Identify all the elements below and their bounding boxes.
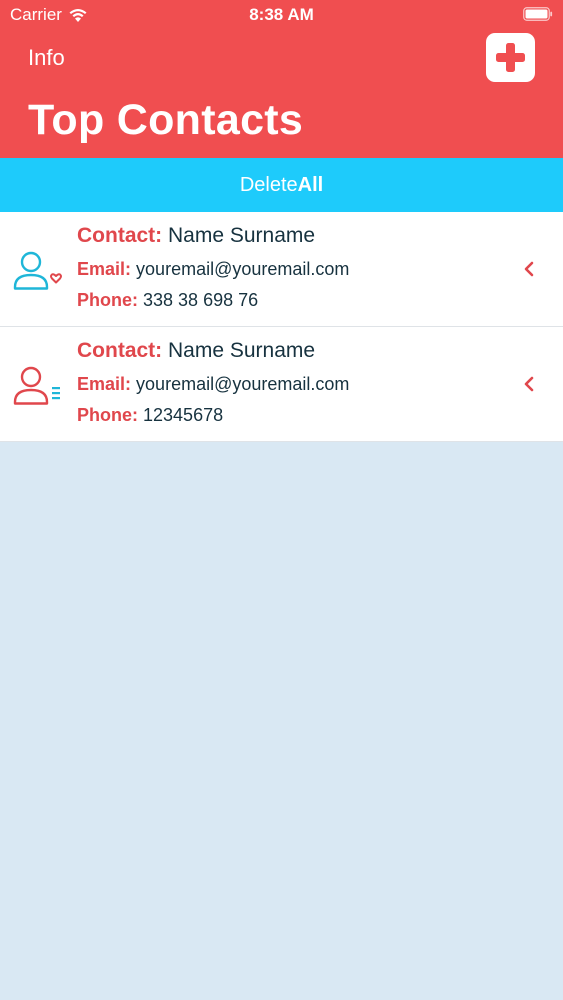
contact-phone-line: Phone: 338 38 698 76 bbox=[77, 285, 349, 316]
plus-icon bbox=[496, 43, 525, 72]
contact-name: Name Surname bbox=[168, 224, 316, 247]
info-link[interactable]: Info bbox=[28, 45, 65, 71]
contact-label: Contact: bbox=[77, 224, 163, 247]
chevron-left-icon[interactable] bbox=[522, 260, 536, 278]
delete-all-button[interactable]: Delete All bbox=[0, 158, 563, 212]
user-heart-icon bbox=[13, 251, 62, 290]
contact-details: Contact: Name Surname Email: youremail@y… bbox=[77, 339, 349, 431]
contact-phone: 12345678 bbox=[143, 405, 224, 425]
contact-name: Name Surname bbox=[168, 339, 316, 362]
contact-label: Contact: bbox=[77, 339, 163, 362]
chevron-left-icon[interactable] bbox=[522, 375, 536, 393]
delete-all-suffix: All bbox=[297, 173, 324, 196]
contact-email: youremail@youremail.com bbox=[136, 374, 350, 394]
delete-all-prefix: Delete bbox=[239, 173, 298, 196]
email-label: Email: bbox=[77, 259, 132, 279]
contact-name-line: Contact: Name Surname bbox=[77, 339, 349, 369]
page-title: Top Contacts bbox=[28, 96, 304, 144]
status-bar: Carrier 8:38 AM bbox=[0, 0, 563, 30]
contact-row[interactable]: Contact: Name Surname Email: youremail@y… bbox=[0, 212, 563, 327]
header: Carrier 8:38 AM Info Top Contacts bbox=[0, 0, 563, 158]
contact-phone-line: Phone: 12345678 bbox=[77, 400, 349, 431]
contact-name-line: Contact: Name Surname bbox=[77, 224, 349, 254]
status-time: 8:38 AM bbox=[249, 5, 314, 24]
contact-details: Contact: Name Surname Email: youremail@y… bbox=[77, 224, 349, 316]
phone-label: Phone: bbox=[77, 405, 138, 425]
email-label: Email: bbox=[77, 374, 132, 394]
contact-email-line: Email: youremail@youremail.com bbox=[77, 369, 349, 400]
contact-email: youremail@youremail.com bbox=[136, 259, 350, 279]
contact-list: Contact: Name Surname Email: youremail@y… bbox=[0, 212, 563, 442]
phone-label: Phone: bbox=[77, 290, 138, 310]
contact-email-line: Email: youremail@youremail.com bbox=[77, 254, 349, 285]
contact-phone: 338 38 698 76 bbox=[143, 290, 259, 310]
add-contact-button[interactable] bbox=[486, 33, 535, 82]
screen: Carrier 8:38 AM Info Top Contacts Delete… bbox=[0, 0, 563, 1000]
user-list-icon bbox=[13, 366, 60, 405]
battery-icon bbox=[523, 7, 553, 21]
contact-row[interactable]: Contact: Name Surname Email: youremail@y… bbox=[0, 327, 563, 442]
